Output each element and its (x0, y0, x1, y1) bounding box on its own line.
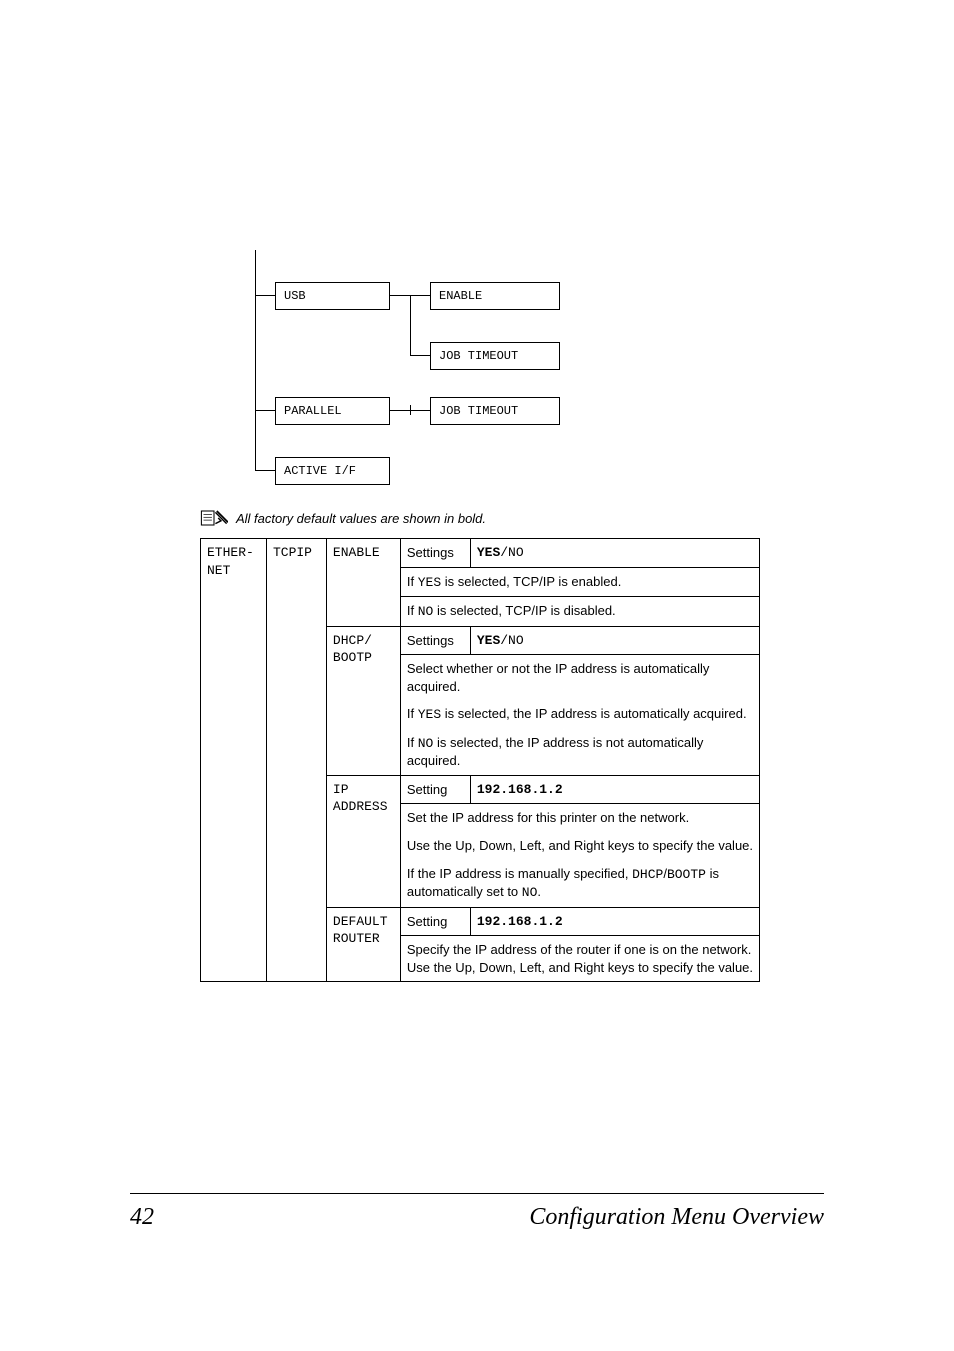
settings-table: ETHER-NET TCPIP ENABLE Settings YES/NO I… (200, 538, 760, 982)
tree-line (410, 295, 411, 355)
t: If (407, 706, 418, 721)
tree-line (390, 410, 410, 411)
tree-line (410, 355, 430, 356)
cell-enable-desc-1: If YES is selected, TCP/IP is enabled. (400, 567, 759, 597)
tree-line (410, 295, 430, 296)
tree-node-parallel: PARALLEL (275, 397, 390, 425)
no-value: /NO (500, 545, 523, 560)
t: YES (418, 707, 441, 722)
t: is selected, the IP address is automatic… (441, 706, 746, 721)
tree-line (410, 410, 430, 411)
yes-value: YES (477, 633, 500, 648)
t: NO (522, 885, 538, 900)
t: . (537, 884, 541, 899)
yes-value: YES (477, 545, 500, 560)
cell-yes-no: YES/NO (470, 539, 759, 568)
t: If (407, 735, 418, 750)
cell-router-value: 192.168.1.2 (470, 907, 759, 936)
note-icon (200, 508, 228, 528)
tree-line (255, 470, 275, 471)
tree-node-usb: USB (275, 282, 390, 310)
tree-line (255, 295, 275, 296)
cell-setting-label: Setting (400, 907, 470, 936)
cell-router-desc: Specify the IP address of the router if … (400, 936, 759, 982)
cell-dhcp: DHCP/BOOTP (326, 626, 400, 775)
tree-line (255, 410, 275, 411)
cell-ip-value: 192.168.1.2 (470, 775, 759, 804)
t: ROUTER (333, 931, 380, 946)
cell-settings-label: Settings (400, 626, 470, 655)
t: BOOTP (667, 867, 706, 882)
t: is selected, TCP/IP is enabled. (441, 574, 621, 589)
cell-enable-desc-2: If NO is selected, TCP/IP is disabled. (400, 597, 759, 627)
t: If the IP address is manually specified, (407, 866, 632, 881)
tree-node-active-if: ACTIVE I/F (275, 457, 390, 485)
footer-title: Configuration Menu Overview (529, 1204, 824, 1231)
cell-ip-desc: Set the IP address for this printer on t… (400, 804, 759, 907)
t: is selected, the IP address is not autom… (407, 735, 703, 769)
table-row: ETHER-NET TCPIP ENABLE Settings YES/NO (201, 539, 760, 568)
t: NO (418, 604, 434, 619)
t: DHCP/ (333, 633, 372, 648)
t: ADDRESS (333, 799, 388, 814)
page-number: 42 (130, 1204, 154, 1231)
tree-line (390, 295, 410, 296)
cell-router: DEFAULT ROUTER (326, 907, 400, 982)
cell-settings-label: Settings (400, 539, 470, 568)
t: NO (418, 736, 434, 751)
cell-yes-no: YES/NO (470, 626, 759, 655)
tree-diagram: USB ENABLE JOB TIMEOUT PARALLEL JOB TIME… (200, 250, 760, 490)
cell-ip: IP ADDRESS (326, 775, 400, 907)
cell-dhcp-desc: Select whether or not the IP address is … (400, 655, 759, 776)
content-area: USB ENABLE JOB TIMEOUT PARALLEL JOB TIME… (200, 250, 760, 982)
t: BOOTP (333, 650, 372, 665)
cell-ethernet: ETHER-NET (201, 539, 267, 982)
t: If (407, 574, 418, 589)
tree-line (255, 250, 256, 470)
page-footer: 42 Configuration Menu Overview (130, 1193, 824, 1231)
page: USB ENABLE JOB TIMEOUT PARALLEL JOB TIME… (0, 0, 954, 1351)
cell-tcpip: TCPIP (266, 539, 326, 982)
t: If (407, 603, 418, 618)
no-value: /NO (500, 633, 523, 648)
t: Use the Up, Down, Left, and Right keys t… (407, 837, 753, 855)
tree-node-job-timeout-1: JOB TIMEOUT (430, 342, 560, 370)
tree-node-job-timeout-2: JOB TIMEOUT (430, 397, 560, 425)
t: DEFAULT (333, 914, 388, 929)
cell-enable: ENABLE (326, 539, 400, 627)
note-row: All factory default values are shown in … (200, 508, 760, 528)
t: Select whether or not the IP address is … (407, 660, 753, 695)
footer-row: 42 Configuration Menu Overview (130, 1204, 824, 1231)
footer-rule (130, 1193, 824, 1194)
t: is selected, TCP/IP is disabled. (433, 603, 615, 618)
t: Set the IP address for this printer on t… (407, 809, 753, 827)
t: IP (333, 782, 349, 797)
t: YES (418, 575, 441, 590)
tree-node-enable: ENABLE (430, 282, 560, 310)
note-text: All factory default values are shown in … (236, 511, 486, 526)
cell-setting-label: Setting (400, 775, 470, 804)
t: DHCP (632, 867, 663, 882)
